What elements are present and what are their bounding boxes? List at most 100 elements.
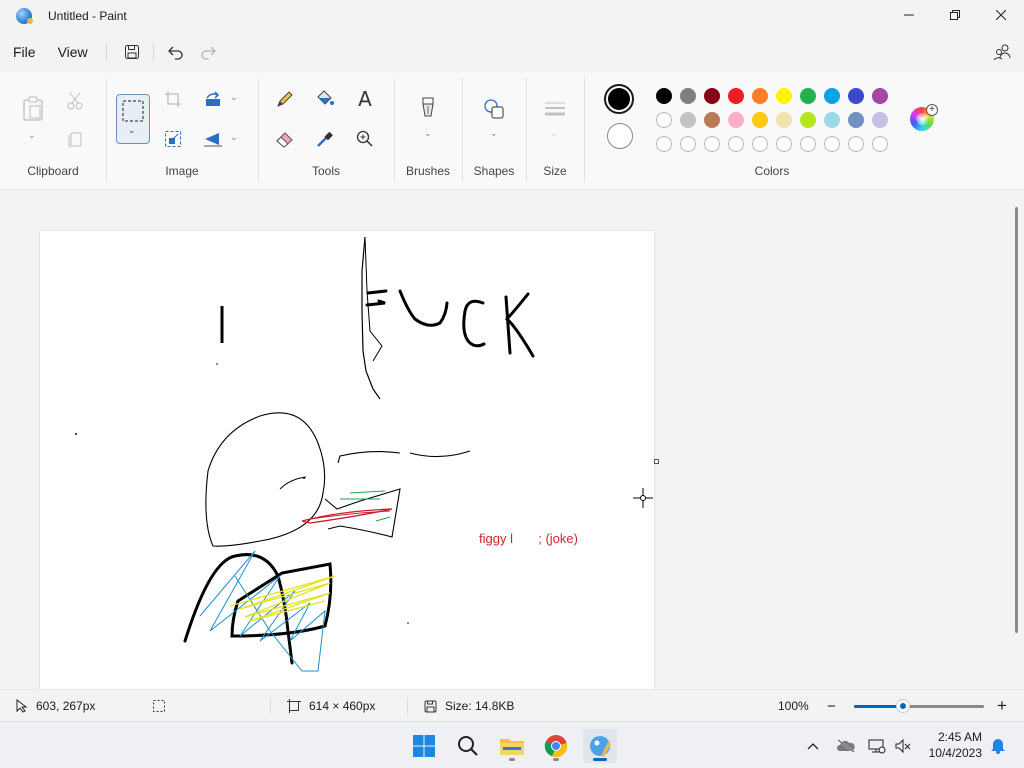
color-swatch[interactable]: [728, 88, 744, 104]
colors-group: Colors: [584, 72, 960, 190]
file-explorer-button[interactable]: [495, 729, 529, 763]
share-button[interactable]: [988, 38, 1016, 66]
canvas-size-icon: [287, 699, 301, 713]
onedrive-button[interactable]: [828, 738, 864, 753]
brush-button[interactable]: [413, 94, 443, 124]
minimize-button[interactable]: [886, 0, 932, 30]
zoom-level[interactable]: 100%: [778, 690, 809, 722]
menu-file[interactable]: File: [7, 37, 42, 67]
secondary-color-swatch[interactable]: [607, 123, 633, 149]
chevron-down-icon[interactable]: ⌄: [28, 130, 36, 141]
undo-icon: [167, 46, 183, 60]
volume-button[interactable]: [890, 738, 916, 754]
color-swatch[interactable]: [752, 88, 768, 104]
color-swatch[interactable]: [680, 112, 696, 128]
redo-icon: [201, 46, 216, 60]
notifications-button[interactable]: [990, 736, 1006, 757]
pencil-button[interactable]: [270, 84, 300, 114]
color-swatch[interactable]: [704, 88, 720, 104]
select-button[interactable]: ⌄: [116, 94, 150, 144]
custom-color-slot[interactable]: [800, 136, 816, 152]
canvas-size-text: 614 × 460px: [309, 699, 376, 713]
color-swatch[interactable]: [800, 88, 816, 104]
color-swatch[interactable]: [656, 112, 672, 128]
custom-color-slot[interactable]: [872, 136, 888, 152]
custom-color-slot[interactable]: [848, 136, 864, 152]
chevron-down-icon[interactable]: ⌄: [550, 128, 558, 139]
paste-button[interactable]: [18, 94, 48, 124]
save-button[interactable]: [115, 37, 149, 67]
line-width-icon: [545, 102, 565, 116]
color-swatch[interactable]: [872, 88, 888, 104]
vertical-scrollbar[interactable]: [1015, 207, 1018, 633]
fill-button[interactable]: [310, 84, 340, 114]
menu-view[interactable]: View: [52, 37, 94, 67]
group-label-image: Image: [165, 164, 199, 178]
chevron-down-icon[interactable]: ⌄: [230, 132, 238, 143]
magnifier-button[interactable]: [350, 124, 380, 154]
color-swatch[interactable]: [680, 88, 696, 104]
zoom-in-button[interactable]: +: [997, 690, 1007, 722]
color-swatch[interactable]: [848, 88, 864, 104]
color-swatch[interactable]: [728, 112, 744, 128]
size-button[interactable]: [540, 94, 570, 124]
paint-taskbar-button[interactable]: [583, 729, 617, 763]
custom-color-slot[interactable]: [656, 136, 672, 152]
rotate-button[interactable]: [198, 84, 228, 114]
custom-color-slot[interactable]: [680, 136, 696, 152]
color-swatch[interactable]: [824, 112, 840, 128]
search-button[interactable]: [451, 729, 485, 763]
color-swatch[interactable]: [800, 112, 816, 128]
color-picker-button[interactable]: [310, 124, 340, 154]
color-swatch[interactable]: [848, 112, 864, 128]
drawing-canvas[interactable]: figgy l ; (joke): [40, 231, 654, 689]
resize-button[interactable]: [158, 124, 188, 154]
custom-color-slot[interactable]: [776, 136, 792, 152]
paste-icon: [23, 96, 43, 121]
custom-color-slot[interactable]: [752, 136, 768, 152]
custom-color-slot[interactable]: [704, 136, 720, 152]
cut-button[interactable]: [60, 86, 90, 116]
close-button[interactable]: [978, 0, 1024, 30]
taskbar-clock[interactable]: 2:45 AM 10/4/2023: [929, 729, 982, 761]
text-button[interactable]: A: [350, 84, 380, 114]
brushes-group[interactable]: ⌄ Brushes: [394, 72, 462, 190]
zoom-slider[interactable]: [854, 699, 984, 713]
flip-button[interactable]: [198, 124, 228, 154]
primary-color-swatch[interactable]: [604, 84, 634, 114]
people-icon: [993, 44, 1011, 61]
flip-icon: [204, 133, 222, 147]
color-swatch[interactable]: [704, 112, 720, 128]
shapes-button[interactable]: [479, 94, 509, 124]
chevron-down-icon[interactable]: ⌄: [490, 128, 498, 139]
color-swatch[interactable]: [824, 88, 840, 104]
custom-color-slot[interactable]: [824, 136, 840, 152]
color-swatch[interactable]: [776, 112, 792, 128]
color-swatch[interactable]: [872, 112, 888, 128]
chevron-down-icon[interactable]: ⌄: [424, 128, 432, 139]
color-swatch[interactable]: [656, 88, 672, 104]
zoom-slider-thumb[interactable]: [896, 699, 911, 713]
custom-color-slot[interactable]: [728, 136, 744, 152]
redo-button[interactable]: [192, 37, 226, 67]
zoom-out-button[interactable]: −: [827, 690, 836, 722]
crop-button[interactable]: [158, 84, 188, 114]
eraser-button[interactable]: [270, 124, 300, 154]
group-label-clipboard: Clipboard: [27, 164, 79, 178]
undo-button[interactable]: [158, 37, 192, 67]
chevron-down-icon[interactable]: ⌄: [230, 92, 238, 103]
resize-handle-right[interactable]: [654, 459, 659, 464]
network-button[interactable]: [864, 738, 890, 754]
maximize-button[interactable]: [932, 0, 978, 30]
copy-button[interactable]: [60, 124, 90, 154]
color-swatch[interactable]: [776, 88, 792, 104]
shapes-group[interactable]: ⌄ Shapes: [462, 72, 526, 190]
size-group[interactable]: ⌄ Size: [526, 72, 584, 190]
status-separator: [270, 698, 271, 714]
show-hidden-icons-button[interactable]: [804, 742, 822, 750]
image-group: ⌄ ⌄ ⌄ Image: [106, 72, 258, 190]
color-swatch[interactable]: [752, 112, 768, 128]
chrome-button[interactable]: [539, 729, 573, 763]
tools-group: A Tools: [258, 72, 394, 190]
start-button[interactable]: [407, 729, 441, 763]
